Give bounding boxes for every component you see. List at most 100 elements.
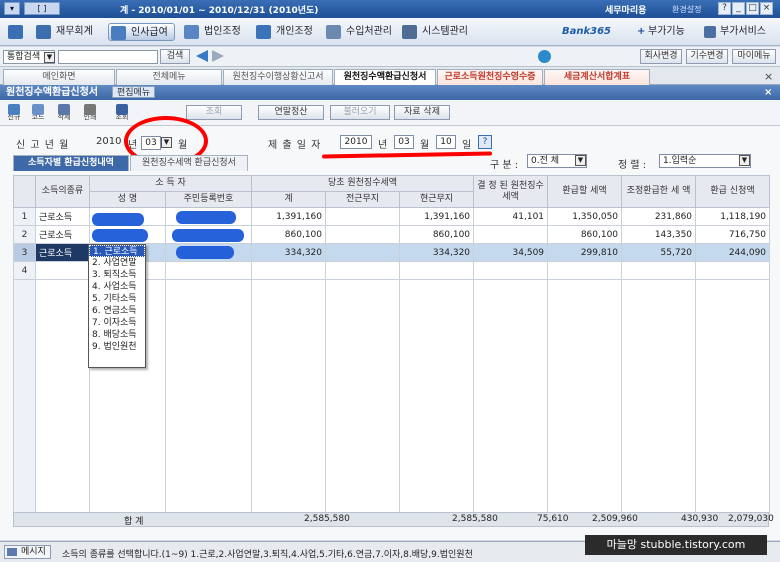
app-menu-button[interactable]: ▾ [4,2,20,15]
refresh-icon[interactable] [538,50,551,63]
sort-select[interactable]: 1.입력순 [659,154,751,168]
totals-row: 합 계 2,585,580 2,585,580 75,610 2,509,960… [13,512,774,527]
totals-refund: 2,509,960 [592,514,638,524]
submit-day-input[interactable]: 10 [436,135,456,149]
search-button[interactable]: 검색 [160,49,190,64]
income-kind-cell[interactable]: 근로소득 [35,225,90,244]
col-curr-employer: 현근무지 [398,191,475,208]
option-retirement[interactable]: 3. 퇴직소득 [89,269,145,281]
menu-vat-services[interactable]: 부가서비스 [702,23,766,41]
delete-data-button[interactable]: 자료 삭제 [394,105,450,120]
col-name: 성 명 [89,191,166,208]
redacted-rrn [172,229,244,242]
tab-earned-income-receipt[interactable]: 근로소득원천징수영수증 [437,69,543,85]
menu-corporate-adjust[interactable]: 법인조정 [182,23,241,41]
tab-all-menu[interactable]: 전체메뉴 [116,69,222,85]
option-business-yearend[interactable]: 2. 사업연말 [89,257,145,269]
tab-tax-invoice-summary[interactable]: 세금계산서합계표 [544,69,650,85]
person-icon [256,25,271,39]
type-label: 구 분 : [490,160,519,171]
monitor-icon [402,25,417,39]
message-button[interactable]: 메시지 [4,545,51,559]
code-button[interactable]: 코드 [28,103,48,123]
chevron-down-icon[interactable]: ▼ [44,52,55,63]
col-refund-apply: 환급 신청액 [695,175,771,208]
income-kind-cell[interactable]: 근로소득 [35,243,90,262]
main-menu: 재무회계 인사급여 법인조정 개인조정 수입처관리 시스템관리 Bank365 … [0,18,780,46]
printer-icon [84,104,96,115]
option-earned-income[interactable]: 1. 근로소득 [89,245,145,257]
submit-year-unit: 년 [378,140,389,151]
menu-vat-functions[interactable]: + 부가기능 [636,23,685,41]
edit-menu-button[interactable]: 편집메뉴 [112,86,156,98]
tab-refund-application[interactable]: 원천징수액환급신청서 [334,69,436,85]
menu-accounting[interactable]: 재무회계 [34,23,93,41]
col-total: 계 [251,191,326,208]
message-icon [7,548,17,556]
change-period-button[interactable]: 기수변경 [686,49,728,64]
submit-month-input[interactable]: 03 [394,135,414,149]
menu-system[interactable]: 시스템관리 [400,23,468,41]
close-icon[interactable]: × [760,2,773,15]
col-adjusted-refund: 조정환급한 세 액 [621,175,697,208]
col-rrn: 주민등록번호 [165,191,252,208]
type-dropdown-icon[interactable]: ▼ [575,155,586,166]
submit-year-input[interactable]: 2010 [340,135,372,149]
forward-arrow-icon[interactable] [212,50,224,62]
quick-button[interactable]: [ ] [24,2,60,15]
option-other[interactable]: 5. 기타소득 [89,293,145,305]
ledger-icon [36,25,51,39]
option-business[interactable]: 4. 사업소득 [89,281,145,293]
tab-withholding-status[interactable]: 원천징수이행상황신고서 [223,69,333,85]
query-button[interactable]: 조회 [186,105,242,120]
col-refund-tax: 환급할 세액 [547,175,623,208]
calendar-help-icon[interactable]: ? [478,135,492,149]
people-group-icon [326,25,341,39]
totals-total: 2,585,580 [304,514,350,524]
redacted-name [92,229,148,242]
my-menu-button[interactable]: 마이메뉴 [732,49,776,64]
bank365-button[interactable]: Bank365 [558,23,611,41]
income-kind-dropdown[interactable]: 1. 근로소득 2. 사업연말 3. 퇴직소득 4. 사업소득 5. 기타소득 … [88,244,146,368]
maximize-icon[interactable]: □ [746,2,759,15]
tab-income-refund-details[interactable]: 소득자별 환급신청내역 [13,155,129,171]
delete-icon [58,104,70,115]
tab-main[interactable]: 메인화면 [3,69,115,85]
option-dividend[interactable]: 8. 배당소득 [89,329,145,341]
new-button[interactable]: 신규 [4,103,24,123]
menu-personal-adjust[interactable]: 개인조정 [254,23,313,41]
load-button[interactable]: 불러오기 [330,105,390,120]
home-button[interactable] [4,23,26,41]
save-button[interactable]: 조회 [112,103,132,123]
back-arrow-icon[interactable] [196,50,208,62]
settings-link[interactable]: 환경설정 [672,4,701,15]
search-input[interactable] [58,50,158,64]
redacted-rrn [176,246,234,259]
menu-income-mgmt[interactable]: 수입처관리 [324,23,392,41]
totals-apply: 2,079,030 [728,514,774,524]
form-close-icon[interactable]: × [764,85,772,100]
plus-icon: + [637,26,646,37]
totals-curr: 2,585,580 [452,514,498,524]
totals-adjust: 430,930 [681,514,719,524]
delete-button[interactable]: 삭제 [54,103,74,123]
income-kind-cell[interactable]: 근로소득 [35,207,90,226]
help-icon[interactable]: ? [718,2,731,15]
change-company-button[interactable]: 회사변경 [640,49,682,64]
toolbar: 신규 코드 삭제 인쇄 조회 조회 연말정산 불러오기 자료 삭제 [0,100,780,126]
redacted-name [92,213,144,226]
search-bar: 통합검색 ▼ 검색 회사변경 기수변경 마이메뉴 [0,47,780,67]
option-pension[interactable]: 6. 연금소득 [89,305,145,317]
col-prev-employer: 전근무지 [325,191,400,208]
close-tab-icon[interactable]: × [764,70,773,83]
option-corporate[interactable]: 9. 법인원천 [89,341,145,353]
col-income-kind: 소득의종류 [35,175,90,208]
watermark: 마늘망 stubble.tistory.com [585,535,767,555]
tab-refund-application-form[interactable]: 원천징수세액 환급신청서 [130,155,248,171]
minimize-icon[interactable]: _ [732,2,745,15]
option-interest[interactable]: 7. 이자소득 [89,317,145,329]
menu-payroll[interactable]: 인사급여 [108,23,175,41]
sort-dropdown-icon[interactable]: ▼ [739,155,750,166]
print-button[interactable]: 인쇄 [80,103,100,123]
year-end-button[interactable]: 연말정산 [258,105,324,120]
